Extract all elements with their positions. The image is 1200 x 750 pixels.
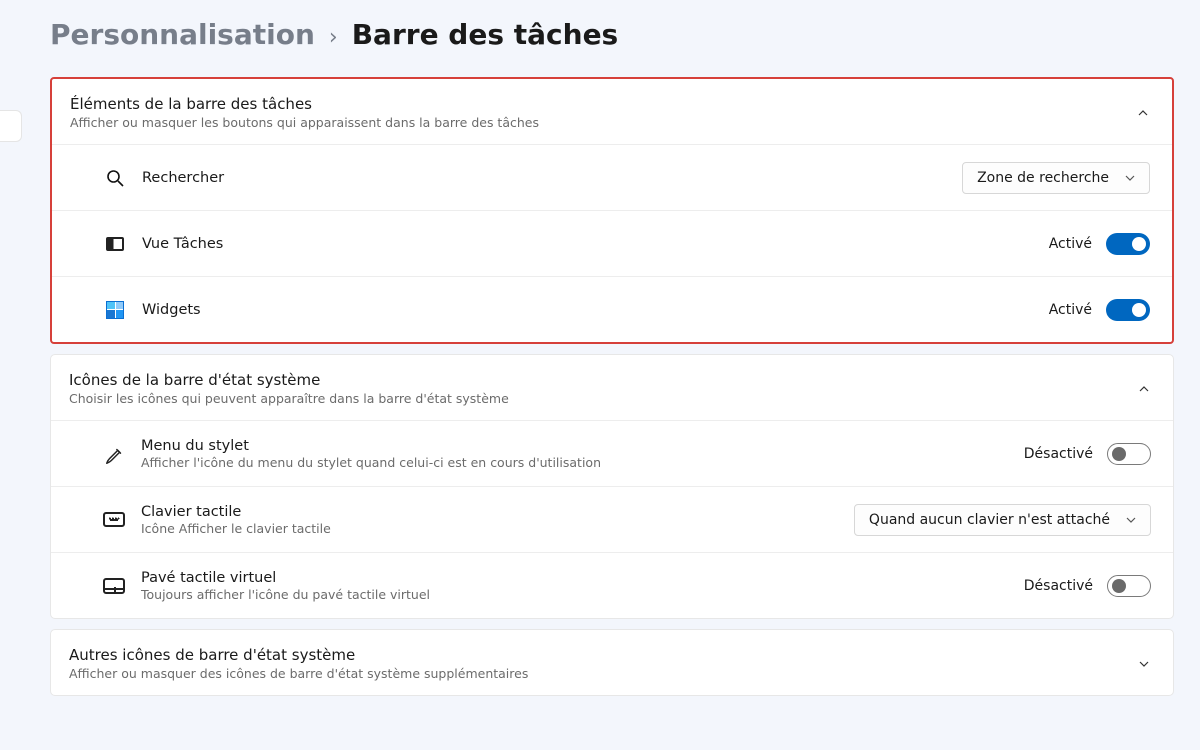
chevron-up-icon (1137, 382, 1151, 396)
keyboard-icon (103, 512, 125, 527)
touchpad-icon (103, 578, 125, 594)
chevron-down-icon (1124, 513, 1138, 527)
row-taskview: Vue Tâches Activé (52, 210, 1172, 276)
virtual-touchpad-toggle[interactable] (1107, 575, 1151, 597)
section-systray-icons: Icônes de la barre d'état système Choisi… (50, 354, 1174, 619)
breadcrumb: Personnalisation › Barre des tâches (50, 18, 1174, 51)
toggle-state-label: Désactivé (1024, 578, 1093, 594)
row-label: Rechercher (142, 170, 962, 186)
breadcrumb-separator-icon: › (329, 25, 338, 50)
row-sublabel: Afficher l'icône du menu du stylet quand… (141, 455, 1024, 470)
widgets-toggle[interactable] (1106, 299, 1150, 321)
section-title: Autres icônes de barre d'état système (69, 646, 1137, 664)
widgets-icon (106, 301, 124, 319)
row-pen-menu: Menu du stylet Afficher l'icône du menu … (51, 420, 1173, 486)
row-sublabel: Toujours afficher l'icône du pavé tactil… (141, 587, 1024, 602)
row-label: Menu du stylet (141, 438, 1024, 454)
section-header-systray[interactable]: Icônes de la barre d'état système Choisi… (51, 355, 1173, 420)
pen-icon (104, 444, 124, 464)
section-title: Éléments de la barre des tâches (70, 95, 1136, 113)
row-label: Pavé tactile virtuel (141, 570, 1024, 586)
chevron-down-icon (1137, 657, 1151, 671)
row-label: Clavier tactile (141, 504, 854, 520)
search-mode-dropdown[interactable]: Zone de recherche (962, 162, 1150, 194)
chevron-down-icon (1123, 171, 1137, 185)
section-other-systray: Autres icônes de barre d'état système Af… (50, 629, 1174, 696)
row-label: Vue Tâches (142, 236, 1049, 252)
left-tab-stub (0, 110, 22, 142)
toggle-state-label: Désactivé (1024, 446, 1093, 462)
dropdown-value: Quand aucun clavier n'est attaché (869, 512, 1110, 528)
toggle-state-label: Activé (1049, 302, 1092, 318)
toggle-state-label: Activé (1049, 236, 1092, 252)
row-sublabel: Icône Afficher le clavier tactile (141, 521, 854, 536)
taskview-icon (106, 237, 124, 251)
search-icon (105, 168, 125, 188)
settings-page: Personnalisation › Barre des tâches Élém… (0, 0, 1200, 696)
section-subtitle: Afficher ou masquer les boutons qui appa… (70, 115, 1136, 130)
section-taskbar-items: Éléments de la barre des tâches Afficher… (50, 77, 1174, 344)
pen-toggle[interactable] (1107, 443, 1151, 465)
taskview-toggle[interactable] (1106, 233, 1150, 255)
dropdown-value: Zone de recherche (977, 170, 1109, 186)
section-title: Icônes de la barre d'état système (69, 371, 1137, 389)
row-touch-keyboard: Clavier tactile Icône Afficher le clavie… (51, 486, 1173, 552)
chevron-up-icon (1136, 106, 1150, 120)
row-search: Rechercher Zone de recherche (52, 144, 1172, 210)
row-virtual-touchpad: Pavé tactile virtuel Toujours afficher l… (51, 552, 1173, 618)
breadcrumb-parent[interactable]: Personnalisation (50, 18, 315, 51)
section-header-other-systray[interactable]: Autres icônes de barre d'état système Af… (51, 630, 1173, 695)
section-subtitle: Afficher ou masquer des icônes de barre … (69, 666, 1137, 681)
row-widgets: Widgets Activé (52, 276, 1172, 342)
breadcrumb-current: Barre des tâches (352, 18, 619, 51)
section-header-taskbar-items[interactable]: Éléments de la barre des tâches Afficher… (52, 79, 1172, 144)
touch-keyboard-dropdown[interactable]: Quand aucun clavier n'est attaché (854, 504, 1151, 536)
row-label: Widgets (142, 302, 1049, 318)
section-subtitle: Choisir les icônes qui peuvent apparaîtr… (69, 391, 1137, 406)
